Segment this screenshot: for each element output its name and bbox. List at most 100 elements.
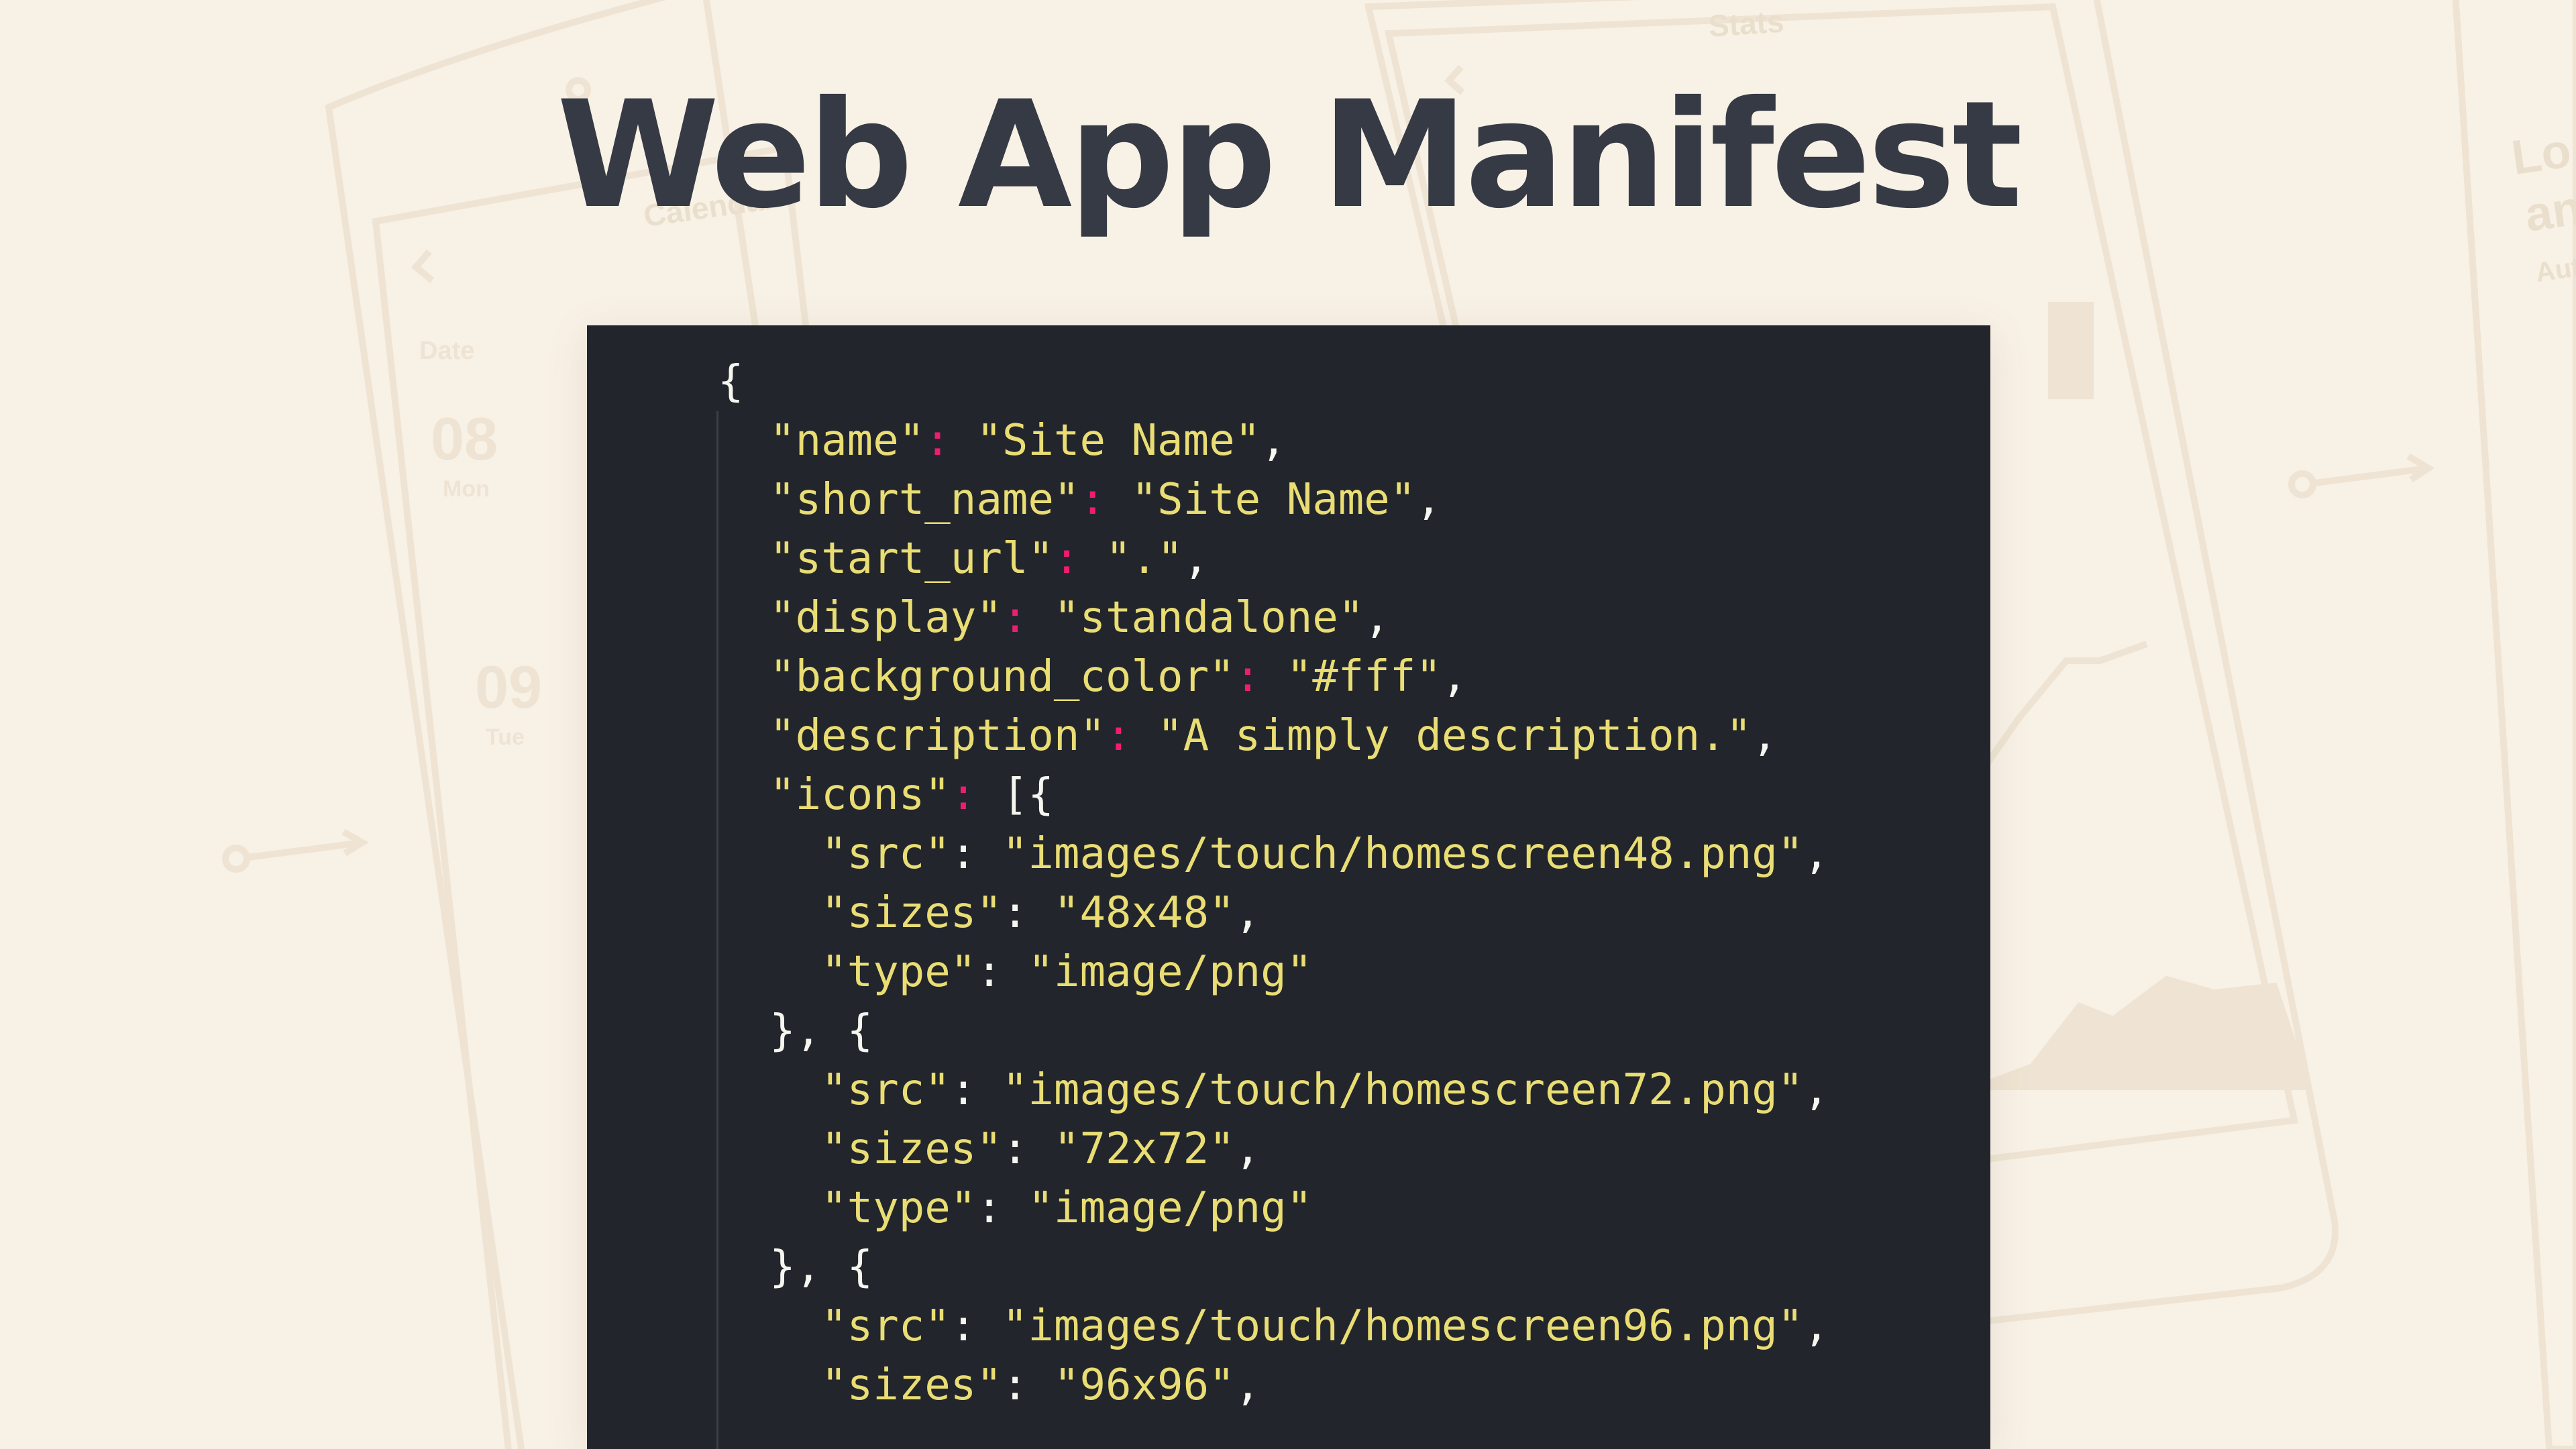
code-line: "name": "Site Name", [718,411,1829,470]
bg-calendar-dayname-1: Mon [443,476,490,502]
code-punctuation: , [1234,888,1261,938]
code-string: "96x96" [1053,1360,1235,1410]
code-key: "description" [769,711,1106,761]
code-string: "images/touch/homescreen72.png" [1002,1065,1804,1115]
code-line: "src": "images/touch/homescreen96.png", [718,1297,1829,1356]
code-punctuation: , [1234,1124,1261,1174]
page-title: Web App Manifest [556,69,2023,241]
code-string: "#fff" [1286,652,1442,702]
code-line: }, { [718,1002,1829,1061]
code-punctuation: : [976,947,1028,997]
code-punctuation [1028,593,1054,643]
code-punctuation: { [718,357,744,407]
code-punctuation: , [1752,711,1778,761]
code-key: "display" [769,593,1002,643]
code-punctuation: : [950,829,1002,879]
code-punctuation [1079,534,1106,584]
code-line: "type": "image/png" [718,1179,1829,1238]
code-line: "src": "images/touch/homescreen48.png", [718,824,1829,883]
code-colon: : [1053,534,1080,584]
code-key: "src" [821,829,951,879]
code-line: "display": "standalone", [718,588,1829,647]
code-punctuation: : [1002,888,1054,938]
code-key: "type" [821,947,977,997]
code-colon: : [924,416,951,466]
code-string: "images/touch/homescreen96.png" [1002,1301,1804,1351]
code-line: "background_color": "#fff", [718,647,1829,706]
code-punctuation: , [1803,829,1829,879]
code-key: "sizes" [821,888,1002,938]
code-string: "." [1105,534,1183,584]
code-punctuation: , [1260,416,1287,466]
code-line: "sizes": "72x72", [718,1120,1829,1179]
code-line: "start_url": ".", [718,529,1829,588]
code-punctuation [1260,652,1287,702]
code-punctuation [1132,711,1158,761]
arrow-start-right [2288,470,2316,498]
code-punctuation: : [1002,1360,1054,1410]
code-line: }, { [718,1238,1829,1297]
code-line: "sizes": "96x96", [718,1356,1829,1415]
code-punctuation: : [950,1301,1002,1351]
stats-bar [2048,302,2094,399]
bg-partial-text-3: Aut [2534,252,2576,288]
code-colon: : [1234,652,1261,702]
code-punctuation: [{ [976,770,1054,820]
code-punctuation: : [950,1065,1002,1115]
code-line: "type": "image/png" [718,943,1829,1002]
code-key: "start_url" [769,534,1054,584]
code-punctuation: , [1183,534,1210,584]
code-line: "sizes": "48x48", [718,883,1829,943]
code-key: "src" [821,1065,951,1115]
code-line: "description": "A simply description.", [718,706,1829,765]
code-punctuation [951,416,977,466]
code-punctuation: , [1803,1301,1829,1351]
code-string: "image/png" [1028,947,1313,997]
code-punctuation [1106,475,1132,525]
code-string: "Site Name" [976,416,1261,466]
code-line: "icons": [{ [718,765,1829,824]
bg-calendar-label: Date [419,337,474,365]
manifest-json-code: { "name": "Site Name", "short_name": "Si… [718,352,1829,1415]
bg-calendar-dayname-2: Tue [486,724,525,750]
code-punctuation: : [1002,1124,1054,1174]
code-string: "A simply description." [1157,711,1752,761]
code-colon: : [1105,711,1132,761]
code-colon: : [950,770,977,820]
bg-screen-title-stats: Stats [1707,3,1785,44]
code-key: "short_name" [769,475,1080,525]
code-panel: { "name": "Site Name", "short_name": "Si… [587,325,1990,1449]
arrow-start-left [222,845,250,873]
code-punctuation: , [1441,652,1468,702]
code-string: "Site Name" [1131,475,1416,525]
code-string: "72x72" [1053,1124,1235,1174]
bg-calendar-day-2: 09 [475,654,542,721]
code-line: "src": "images/touch/homescreen72.png", [718,1061,1829,1120]
code-string: "48x48" [1053,888,1235,938]
code-punctuation: , [1415,475,1442,525]
code-punctuation: , [1803,1065,1829,1115]
bg-calendar-day-1: 08 [431,406,498,473]
code-string: "image/png" [1028,1183,1313,1233]
code-key: "icons" [769,770,951,820]
code-string: "standalone" [1053,593,1364,643]
stats-line [1969,641,2148,787]
code-punctuation: }, { [769,1242,873,1292]
code-key: "name" [769,416,925,466]
code-key: "background_color" [769,652,1235,702]
chevron-left-icon [411,249,435,283]
